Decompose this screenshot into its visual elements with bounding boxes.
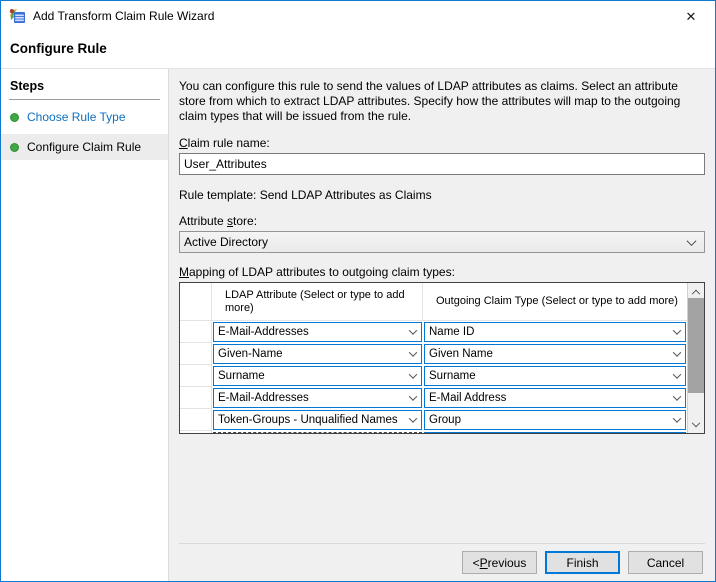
page-header: Configure Rule: [1, 31, 715, 69]
outgoing-claim-type-value: Surname: [429, 370, 476, 382]
outgoing-claim-type-select[interactable]: Given Name: [424, 344, 686, 364]
chevron-down-icon: [673, 414, 681, 422]
claim-rule-name-label: Claim rule name:: [179, 136, 705, 150]
ldap-attribute-value: Given-Name: [218, 348, 283, 360]
outgoing-claim-type-select[interactable]: E-Mail Address: [424, 388, 686, 408]
column-header-outgoing-claim-type: Outgoing Claim Type (Select or type to a…: [423, 283, 687, 321]
header-gutter-cell: [180, 283, 212, 321]
claim-rule-name-input[interactable]: User_Attributes: [179, 153, 705, 175]
table-body: E-Mail-Addresses Name ID Given-Name Given N…: [180, 321, 687, 431]
scroll-down-icon[interactable]: [688, 418, 704, 433]
partial-ldap-cell: [212, 431, 423, 433]
wizard-icon: [9, 8, 26, 24]
row-selector-cell[interactable]: [180, 365, 212, 387]
outgoing-claim-type-value: Group: [429, 414, 461, 426]
table-row: Given-Name Given Name: [180, 343, 687, 365]
ldap-attribute-value: Token-Groups - Unqualified Names: [218, 414, 398, 426]
ldap-attribute-select[interactable]: E-Mail-Addresses: [213, 322, 422, 342]
ldap-attribute-value: E-Mail-Addresses: [218, 392, 309, 404]
cancel-button[interactable]: Cancel: [628, 551, 703, 574]
step-label: Choose Rule Type: [27, 110, 126, 124]
scrollbar-thumb[interactable]: [688, 298, 704, 393]
partial-claim-cell: [423, 431, 687, 433]
table-partial-next-row: [180, 431, 687, 433]
sidebar-item-configure-claim-rule[interactable]: Configure Claim Rule: [1, 134, 168, 160]
scrollbar-track[interactable]: [688, 298, 704, 418]
ldap-attribute-value: E-Mail-Addresses: [218, 326, 309, 338]
wizard-dialog: Add Transform Claim Rule Wizard ✕ Config…: [0, 0, 716, 582]
sidebar-item-choose-rule-type[interactable]: Choose Rule Type: [1, 104, 168, 130]
claim-rule-name-value: User_Attributes: [184, 157, 267, 171]
page-title: Configure Rule: [10, 41, 715, 56]
mapping-label: Mapping of LDAP attributes to outgoing c…: [179, 265, 705, 279]
table-row: Surname Surname: [180, 365, 687, 387]
outgoing-claim-type-select[interactable]: Group: [424, 410, 686, 430]
column-header-ldap-attribute: LDAP Attribute (Select or type to add mo…: [212, 283, 423, 321]
chevron-down-icon: [687, 236, 697, 246]
row-selector-cell: [180, 431, 212, 433]
ldap-attribute-select[interactable]: E-Mail-Addresses: [213, 388, 422, 408]
table-header-row: LDAP Attribute (Select or type to add mo…: [180, 283, 687, 321]
rule-template-text: Rule template: Send LDAP Attributes as C…: [179, 188, 705, 202]
ldap-attribute-select[interactable]: Surname: [213, 366, 422, 386]
table-row: E-Mail-Addresses Name ID: [180, 321, 687, 343]
attribute-store-select[interactable]: Active Directory: [179, 231, 705, 253]
attribute-store-value: Active Directory: [184, 235, 268, 249]
ldap-mapping-table: LDAP Attribute (Select or type to add mo…: [179, 282, 705, 434]
chevron-down-icon: [409, 370, 417, 378]
chevron-down-icon: [673, 392, 681, 400]
title-bar: Add Transform Claim Rule Wizard ✕: [1, 1, 715, 31]
outgoing-claim-type-value: Given Name: [429, 348, 493, 360]
chevron-down-icon: [409, 414, 417, 422]
previous-button[interactable]: < Previous: [462, 551, 537, 574]
window-title: Add Transform Claim Rule Wizard: [33, 9, 214, 23]
outgoing-claim-type-select[interactable]: Surname: [424, 366, 686, 386]
outgoing-claim-type-select[interactable]: Name ID: [424, 322, 686, 342]
table-scrollbar[interactable]: [687, 283, 704, 433]
step-complete-icon: [10, 113, 19, 122]
chevron-down-icon: [409, 348, 417, 356]
row-selector-cell[interactable]: [180, 343, 212, 365]
table-row: E-Mail-Addresses E-Mail Address: [180, 387, 687, 409]
ldap-attribute-select[interactable]: Token-Groups - Unqualified Names: [213, 410, 422, 430]
row-selector-cell[interactable]: [180, 387, 212, 409]
outgoing-claim-type-value: Name ID: [429, 326, 474, 338]
outgoing-claim-type-value: E-Mail Address: [429, 392, 506, 404]
chevron-down-icon: [409, 392, 417, 400]
attribute-store-label: Attribute store:: [179, 214, 705, 228]
table-row: Token-Groups - Unqualified Names Group: [180, 409, 687, 431]
content-pane: You can configure this rule to send the …: [169, 69, 715, 581]
row-selector-cell[interactable]: [180, 321, 212, 343]
step-complete-icon: [10, 143, 19, 152]
rule-description: You can configure this rule to send the …: [179, 79, 707, 124]
button-bar: < Previous Finish Cancel: [179, 543, 705, 581]
chevron-down-icon: [673, 326, 681, 334]
scroll-up-icon[interactable]: [688, 283, 704, 298]
ldap-attribute-select[interactable]: Given-Name: [213, 344, 422, 364]
chevron-down-icon: [673, 370, 681, 378]
step-label: Configure Claim Rule: [27, 140, 141, 154]
finish-button[interactable]: Finish: [545, 551, 620, 574]
ldap-attribute-value: Surname: [218, 370, 265, 382]
steps-sidebar: Steps Choose Rule Type Configure Claim R…: [1, 69, 169, 581]
chevron-down-icon: [673, 348, 681, 356]
steps-heading: Steps: [9, 75, 160, 100]
chevron-down-icon: [409, 326, 417, 334]
close-icon[interactable]: ✕: [682, 8, 700, 26]
row-selector-cell[interactable]: [180, 409, 212, 431]
